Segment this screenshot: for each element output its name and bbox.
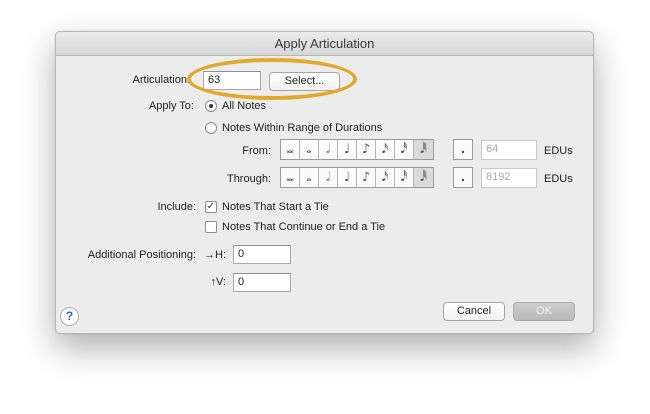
half-note-icon[interactable]: 𝅗𝅥 <box>319 168 338 187</box>
sixteenth-note-icon[interactable]: 𝅘𝅥𝅯 <box>376 140 395 159</box>
sixteenth-note-icon[interactable]: 𝅘𝅥𝅯 <box>376 168 395 187</box>
quarter-note-icon[interactable]: ♩ <box>338 168 357 187</box>
v-offset-input[interactable]: 0 <box>233 273 291 292</box>
help-button[interactable]: ? <box>60 307 79 326</box>
cancel-button[interactable]: Cancel <box>443 302 505 321</box>
additional-positioning-label: Additional Positioning: <box>87 249 196 261</box>
v-offset-label: ↑V: <box>210 276 227 288</box>
radio-all-notes[interactable] <box>205 100 217 112</box>
from-dot-button[interactable]: . <box>453 139 473 160</box>
h-offset-input[interactable]: 0 <box>233 245 291 264</box>
quarter-note-icon[interactable]: ♩ <box>338 140 357 159</box>
through-edus-input[interactable]: 8192 <box>481 168 537 188</box>
from-edus-unit: EDUs <box>544 145 573 157</box>
apply-to-label: Apply To: <box>148 100 194 112</box>
sixty-fourth-note-icon[interactable]: 𝅘𝅥𝅱 <box>414 140 433 159</box>
thirty-second-note-icon[interactable]: 𝅘𝅥𝅰 <box>395 140 414 159</box>
from-edus-input[interactable]: 64 <box>481 140 537 160</box>
eighth-note-icon[interactable]: ♪ <box>357 168 376 187</box>
through-edus-unit: EDUs <box>544 173 573 185</box>
continue-tie-label: Notes That Continue or End a Tie <box>222 221 386 233</box>
through-label: Through: <box>226 173 271 185</box>
start-tie-checkbox[interactable]: ✓ <box>205 201 217 213</box>
sixty-fourth-note-icon[interactable]: 𝅘𝅥𝅱 <box>414 168 433 187</box>
dialog-title: Apply Articulation <box>56 32 593 56</box>
h-offset-label: →H: <box>204 249 226 261</box>
radio-range-of-durations[interactable] <box>205 122 217 134</box>
through-duration-palette: 𝅜 𝅝 𝅗𝅥 ♩ ♪ 𝅘𝅥𝅯 𝅘𝅥𝅰 𝅘𝅥𝅱 <box>280 167 434 188</box>
from-label: From: <box>242 145 271 157</box>
whole-note-icon[interactable]: 𝅝 <box>300 140 319 159</box>
breve-icon[interactable]: 𝅜 <box>281 140 300 159</box>
annotation-highlight-ellipse <box>187 58 357 100</box>
thirty-second-note-icon[interactable]: 𝅘𝅥𝅰 <box>395 168 414 187</box>
range-of-durations-label: Notes Within Range of Durations <box>222 122 383 134</box>
from-duration-palette: 𝅜 𝅝 𝅗𝅥 ♩ ♪ 𝅘𝅥𝅯 𝅘𝅥𝅰 𝅘𝅥𝅱 <box>280 139 434 160</box>
articulation-label: Articulation: <box>132 74 190 86</box>
eighth-note-icon[interactable]: ♪ <box>357 140 376 159</box>
continue-tie-checkbox[interactable] <box>205 221 217 233</box>
ok-button[interactable]: OK <box>513 302 575 321</box>
all-notes-label: All Notes <box>222 100 267 112</box>
start-tie-label: Notes That Start a Tie <box>222 201 329 213</box>
half-note-icon[interactable]: 𝅗𝅥 <box>319 140 338 159</box>
whole-note-icon[interactable]: 𝅝 <box>300 168 319 187</box>
through-dot-button[interactable]: . <box>453 167 473 188</box>
breve-icon[interactable]: 𝅜 <box>281 168 300 187</box>
include-label: Include: <box>157 201 196 213</box>
